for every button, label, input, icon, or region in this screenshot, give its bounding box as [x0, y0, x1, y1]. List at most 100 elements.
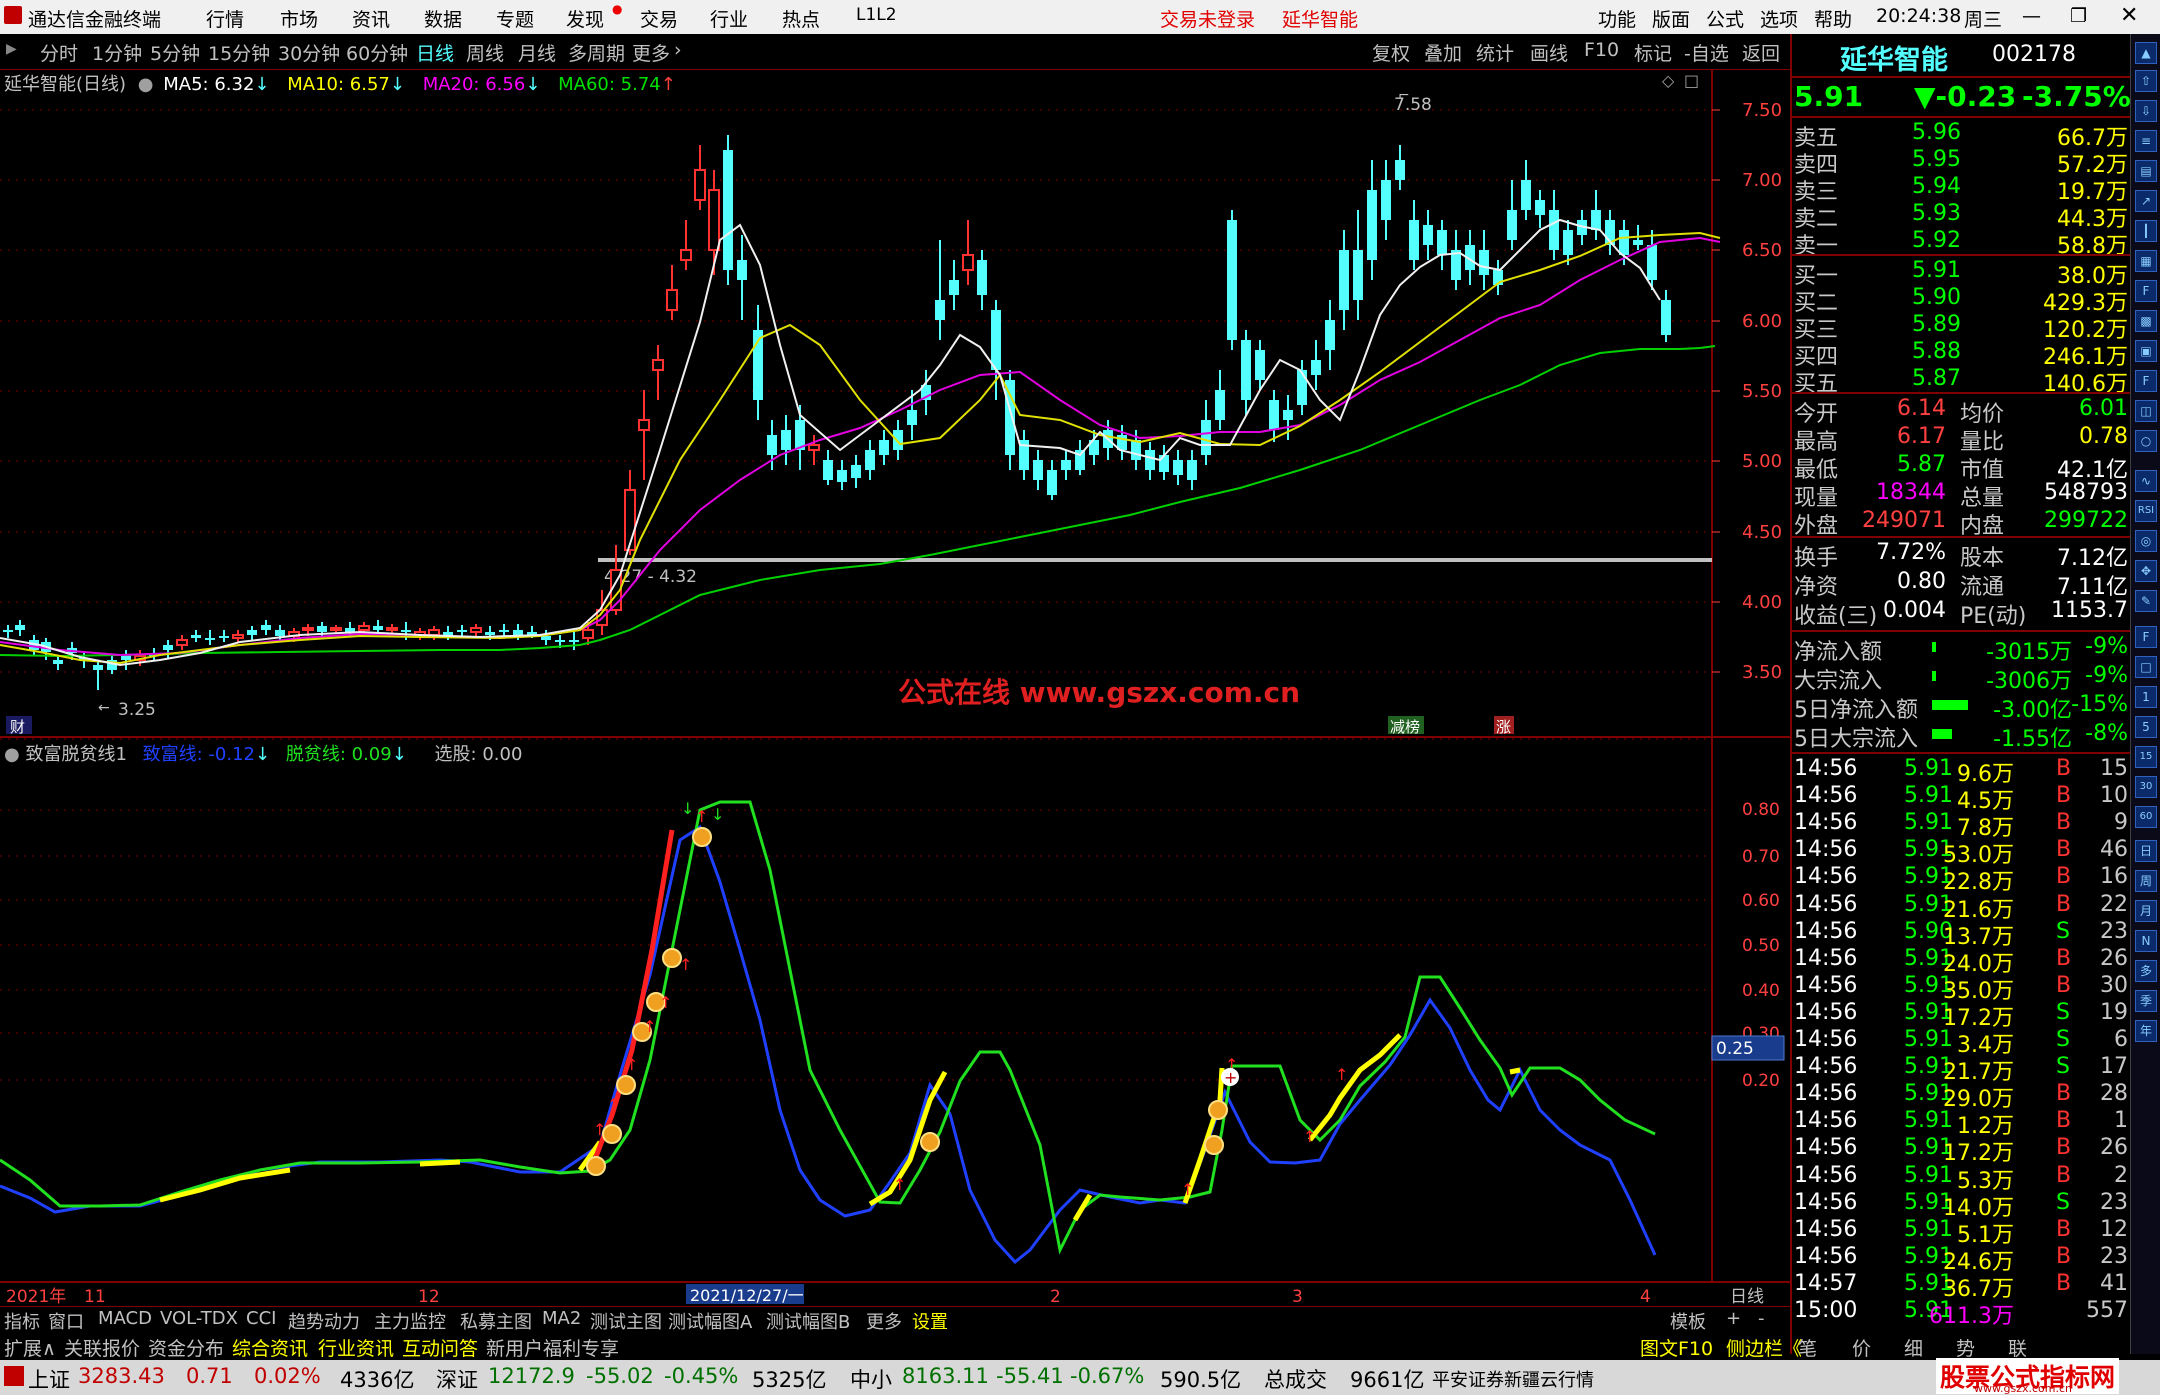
indicator-tab[interactable]: VOL-TDX: [160, 1308, 238, 1329]
indicator-settings-icon[interactable]: ●: [4, 744, 20, 765]
bid-row[interactable]: 买三 5.89 120.2万: [1792, 312, 2132, 343]
menu-faxian[interactable]: 发现: [566, 5, 604, 32]
period-multi[interactable]: 多周期: [568, 39, 625, 66]
period-60min[interactable]: 60分钟: [346, 39, 408, 66]
trend-icon[interactable]: ↗: [2135, 190, 2157, 212]
indicator-tab[interactable]: 设置: [912, 1308, 948, 1334]
template-tab[interactable]: 模板: [1670, 1308, 1706, 1334]
indicator-tab[interactable]: 更多: [866, 1308, 902, 1334]
pen-icon[interactable]: ✎: [2135, 590, 2157, 612]
extension-tab[interactable]: 互动问答: [402, 1334, 478, 1361]
extension-tab[interactable]: 行业资讯: [318, 1334, 394, 1361]
tick-row[interactable]: 14:56 5.90 13.7万 S 23: [1792, 919, 2132, 950]
tick-row[interactable]: 14:57 5.91 36.7万 B 41: [1792, 1271, 2132, 1302]
chart-icon[interactable]: ∿: [2135, 470, 2157, 492]
indicator-tab[interactable]: 主力监控: [374, 1308, 446, 1334]
menu-hangye[interactable]: 行业: [710, 5, 748, 32]
tick-row[interactable]: 14:56 5.91 35.0万 B 30: [1792, 973, 2132, 1004]
target-icon[interactable]: ◎: [2135, 530, 2157, 552]
menu-bangzhu[interactable]: 帮助: [1814, 5, 1852, 32]
tick-row[interactable]: 14:56 5.91 5.1万 B 12: [1792, 1217, 2132, 1248]
tool-diejia[interactable]: 叠加: [1424, 39, 1462, 66]
period-15min[interactable]: 15分钟: [208, 39, 270, 66]
move-icon[interactable]: ✥: [2135, 560, 2157, 582]
indicator-tab[interactable]: CCI: [246, 1308, 276, 1329]
side-tab[interactable]: 联: [2008, 1334, 2027, 1361]
tool-huaxian[interactable]: 画线: [1530, 39, 1568, 66]
diamond-icon[interactable]: ◇: [1662, 71, 1675, 90]
tool-fanhui[interactable]: 返回: [1742, 39, 1780, 66]
tick-row[interactable]: 14:56 5.91 22.8万 B 16: [1792, 864, 2132, 895]
extension-tab[interactable]: 关联报价: [64, 1334, 140, 1361]
indicator-tab[interactable]: 测试幅图B: [766, 1308, 850, 1334]
extension-tab[interactable]: 新用户福利专享: [486, 1334, 619, 1361]
zhang-marker[interactable]: 涨: [1496, 718, 1511, 736]
kline-chart[interactable]: 7.50 7.00 6.50 6.00 5.50 5.00 4.50 4.00 …: [0, 70, 1790, 1306]
minute-60-icon[interactable]: 60: [2135, 806, 2157, 828]
side-tab[interactable]: 笔: [1798, 1334, 1817, 1361]
period-1min[interactable]: 1分钟: [92, 39, 142, 66]
rank-marker[interactable]: 减榜: [1390, 718, 1420, 736]
circle-icon[interactable]: ○: [2135, 430, 2157, 452]
sh-name[interactable]: 上证: [28, 1364, 70, 1394]
ask-row[interactable]: 卖五 5.96 66.7万: [1792, 120, 2132, 151]
tick-row[interactable]: 14:56 5.91 4.5万 B 10: [1792, 783, 2132, 814]
tool-f10[interactable]: F10: [1584, 39, 1619, 61]
period-month-icon[interactable]: 月: [2135, 900, 2157, 922]
indicator-tab[interactable]: 测试幅图A: [668, 1308, 752, 1334]
menu-shuju[interactable]: 数据: [424, 5, 462, 32]
tool-fuquan[interactable]: 复权: [1372, 39, 1410, 66]
indicator-name[interactable]: 致富脱贫线1: [25, 744, 126, 765]
menu-gongneng[interactable]: 功能: [1598, 5, 1636, 32]
period-30min[interactable]: 30分钟: [278, 39, 340, 66]
tick-row[interactable]: 15:00 5.91 611.3万 557: [1792, 1298, 2132, 1329]
list-icon[interactable]: ▤: [2135, 160, 2157, 182]
tick-row[interactable]: 14:56 5.91 3.4万 S 6: [1792, 1027, 2132, 1058]
menu-gongshi[interactable]: 公式: [1706, 5, 1744, 32]
fs-icon[interactable]: F: [2135, 626, 2157, 648]
period-day-icon[interactable]: 日: [2135, 840, 2157, 862]
bid-row[interactable]: 买五 5.87 140.6万: [1792, 366, 2132, 397]
tool-zixuan[interactable]: -自选: [1684, 39, 1729, 66]
collapse-icon[interactable]: ▶: [6, 41, 17, 57]
menu-redian[interactable]: 热点: [782, 5, 820, 32]
side-tab[interactable]: 图文F10: [1640, 1334, 1713, 1361]
tick-row[interactable]: 14:56 5.91 24.6万 B 23: [1792, 1244, 2132, 1275]
menu-banmian[interactable]: 版面: [1652, 5, 1690, 32]
period-multi-icon[interactable]: 多: [2135, 960, 2157, 982]
menu-l1l2[interactable]: L1L2: [856, 5, 897, 25]
indicator-tab[interactable]: 测试主图: [590, 1308, 662, 1334]
minute-30-icon[interactable]: 30: [2135, 776, 2157, 798]
tick-row[interactable]: 14:56 5.91 17.2万 B 26: [1792, 1135, 2132, 1166]
login-status[interactable]: 交易未登录: [1160, 5, 1255, 32]
square-icon[interactable]: □: [1684, 71, 1699, 90]
period-season-icon[interactable]: 季: [2135, 990, 2157, 1012]
period-daily[interactable]: 日线: [416, 39, 454, 66]
quote-icon[interactable]: ≡: [2135, 130, 2157, 152]
side-tab[interactable]: 价: [1852, 1334, 1871, 1361]
blank-icon[interactable]: □: [2135, 656, 2157, 678]
table-icon[interactable]: ▦: [2135, 250, 2157, 272]
indicator-tab[interactable]: 指标: [4, 1308, 40, 1334]
menu-shichang[interactable]: 市场: [280, 5, 318, 32]
f2-icon[interactable]: F: [2135, 370, 2157, 392]
box-icon[interactable]: ▣: [2135, 340, 2157, 362]
tick-row[interactable]: 14:56 5.91 7.8万 B 9: [1792, 810, 2132, 841]
side-tab[interactable]: 细: [1904, 1334, 1923, 1361]
period-year-icon[interactable]: 年: [2135, 1020, 2157, 1042]
tick-row[interactable]: 14:56 5.91 5.3万 B 2: [1792, 1163, 2132, 1194]
extension-tab[interactable]: 综合资讯: [232, 1334, 308, 1361]
tick-row[interactable]: 14:56 5.91 9.6万 B 15: [1792, 756, 2132, 787]
ask-row[interactable]: 卖四 5.95 57.2万: [1792, 147, 2132, 178]
template-tab[interactable]: +: [1726, 1308, 1741, 1329]
minute-15-icon[interactable]: 15: [2135, 746, 2157, 768]
minute-1-icon[interactable]: 1: [2135, 686, 2157, 708]
cai-marker[interactable]: 财: [10, 718, 25, 736]
tick-row[interactable]: 14:56 5.91 29.0万 B 28: [1792, 1081, 2132, 1112]
tool-biaoji[interactable]: 标记: [1634, 39, 1672, 66]
tick-row[interactable]: 14:56 5.91 1.2万 B 1: [1792, 1108, 2132, 1139]
chevron-right-icon[interactable]: ›: [674, 39, 682, 61]
indicator-tab[interactable]: MA2: [542, 1308, 581, 1329]
bid-row[interactable]: 买四 5.88 246.1万: [1792, 339, 2132, 370]
period-n-icon[interactable]: N: [2135, 930, 2157, 952]
